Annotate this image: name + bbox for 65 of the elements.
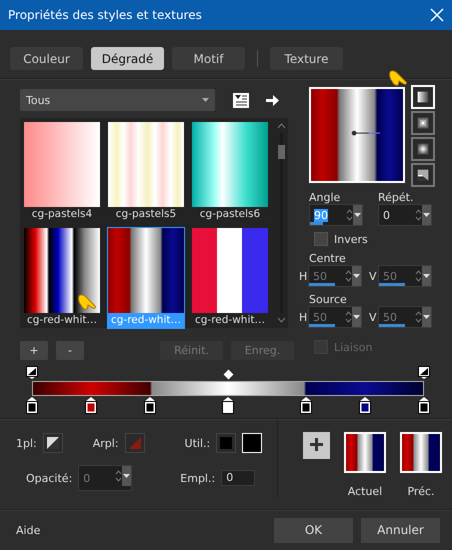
color-stop-marker[interactable] <box>418 397 430 414</box>
caret-icon <box>202 98 209 102</box>
center-label: Centre <box>309 252 347 265</box>
sunburst-style-button[interactable] <box>411 137 435 161</box>
spin-arrows-icon[interactable] <box>415 208 422 222</box>
color-stop-marker[interactable] <box>84 397 97 414</box>
link-label: Liaison <box>334 340 372 354</box>
add-button[interactable]: + <box>20 341 48 360</box>
color-stop-marker[interactable] <box>222 397 234 414</box>
list-view-icon[interactable] <box>233 92 249 108</box>
cancel-button[interactable]: Annuler <box>361 518 440 542</box>
opacity-stop-marker[interactable] <box>26 366 38 379</box>
caret-icon[interactable] <box>354 213 361 217</box>
axis-label: H <box>299 270 308 282</box>
gradient-preview[interactable] <box>309 87 405 183</box>
rectangular-style-button[interactable] <box>411 111 435 135</box>
angle-label: Angle <box>309 191 342 204</box>
pointing-hand-icon <box>77 293 97 311</box>
current-label: Actuel <box>348 485 382 498</box>
midpoint-marker[interactable] <box>224 370 234 380</box>
opacity-label: Opacité: <box>26 472 72 484</box>
add-swatch-button[interactable] <box>303 432 330 459</box>
tab[interactable]: Motif <box>172 47 245 70</box>
use-label: Util.: <box>184 436 210 450</box>
current-gradient-swatch[interactable] <box>344 432 386 473</box>
repeat-spin-field[interactable]: 0 <box>378 204 432 226</box>
linear-style-button[interactable] <box>411 85 435 109</box>
remove-button[interactable]: - <box>56 341 84 360</box>
invert-label: Invers <box>334 232 368 246</box>
close-icon[interactable] <box>430 8 444 22</box>
opacity-stop-marker[interactable] <box>418 366 430 379</box>
scrollbar[interactable] <box>277 123 286 323</box>
radial-style-button[interactable] <box>411 163 435 187</box>
foreground-swatch[interactable] <box>216 433 236 453</box>
spin-arrows-icon[interactable] <box>346 208 353 222</box>
pointing-hand-icon <box>388 69 408 87</box>
source-label: Source <box>309 293 348 306</box>
tab[interactable]: Couleur <box>10 47 83 70</box>
axis-label: H <box>299 310 308 324</box>
plus-icon <box>310 438 323 451</box>
previous-gradient-swatch[interactable] <box>400 432 442 473</box>
previous-label: Préc. <box>407 485 435 498</box>
tab[interactable]: Texture <box>270 47 343 70</box>
axis-label: V <box>369 270 378 282</box>
color-stop-marker[interactable] <box>144 397 156 414</box>
help-link[interactable]: Aide <box>16 524 266 536</box>
arrow-right-icon[interactable] <box>266 94 279 106</box>
color-stop-marker[interactable] <box>359 397 372 414</box>
next-stop-label: Arpl: <box>92 436 119 450</box>
repeat-label: Répét. <box>378 191 414 204</box>
first-stop-label: 1pl: <box>16 436 37 450</box>
background-swatch[interactable] <box>242 433 262 453</box>
invert-checkbox[interactable] <box>314 232 328 246</box>
category-dropdown[interactable]: Tous <box>20 89 215 111</box>
ok-button[interactable]: OK <box>274 518 353 542</box>
axis-label: V <box>369 310 378 324</box>
triangle-swatch-icon[interactable] <box>124 433 145 453</box>
location-label: Empl.: <box>180 472 216 484</box>
color-stop-marker[interactable] <box>300 397 312 414</box>
caret-icon[interactable] <box>423 213 430 217</box>
color-stop-marker[interactable] <box>26 397 38 414</box>
location-field[interactable]: 0 <box>221 470 256 486</box>
window-title: Propriétés des styles et textures <box>8 8 202 22</box>
tab[interactable]: Dégradé <box>91 47 164 70</box>
split-swatch-icon[interactable] <box>42 433 63 453</box>
